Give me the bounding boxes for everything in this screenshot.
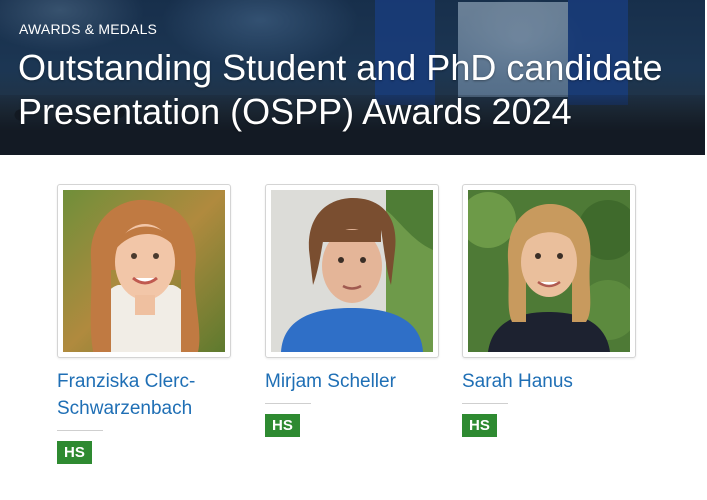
division-badge[interactable]: HS — [265, 414, 300, 437]
awardee-photo[interactable] — [271, 190, 433, 352]
division-badge[interactable]: HS — [57, 441, 92, 464]
awardee-name-link[interactable]: Sarah Hanus — [462, 368, 637, 395]
awardee-card: Mirjam Scheller HS — [265, 184, 445, 437]
divider — [57, 430, 103, 431]
division-badge[interactable]: HS — [462, 414, 497, 437]
divider — [265, 403, 311, 404]
awardee-photo-frame[interactable] — [57, 184, 231, 358]
page-title: Outstanding Student and PhD candidate Pr… — [18, 47, 663, 132]
awardee-name-link[interactable]: Franziska Clerc-Schwarzenbach — [57, 368, 232, 422]
awardee-card: Franziska Clerc-Schwarzenbach HS — [57, 184, 237, 464]
divider — [462, 403, 508, 404]
awardee-name-link[interactable]: Mirjam Scheller — [265, 368, 440, 395]
hero-banner: AWARDS & MEDALS Outstanding Student and … — [0, 0, 705, 155]
awardee-card: Sarah Hanus HS — [462, 184, 642, 437]
awardee-photo-frame[interactable] — [462, 184, 636, 358]
awardee-photo[interactable] — [468, 190, 630, 352]
awardee-photo[interactable] — [63, 190, 225, 352]
section-kicker[interactable]: AWARDS & MEDALS — [19, 21, 157, 37]
awardee-photo-frame[interactable] — [265, 184, 439, 358]
